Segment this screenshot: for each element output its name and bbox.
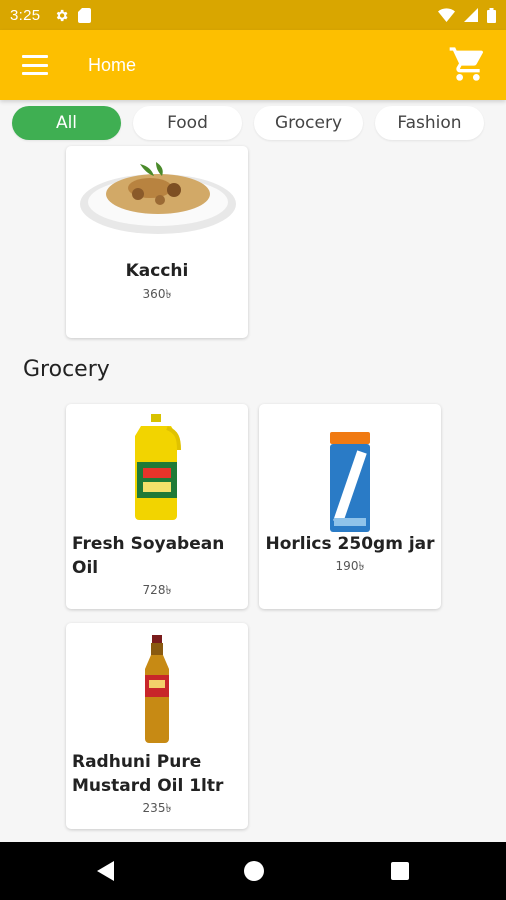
battery-icon: [487, 7, 496, 23]
product-image: [80, 162, 236, 234]
product-name: Kacchi: [125, 261, 189, 281]
filter-chip-fashion[interactable]: Fashion: [375, 106, 484, 140]
recents-icon[interactable]: [391, 862, 409, 880]
signal-icon: [464, 8, 478, 22]
filter-chip-food[interactable]: Food: [133, 106, 242, 140]
product-price: 360৳: [142, 287, 172, 301]
product-name: Horlics 250gm jar: [265, 534, 435, 554]
section-title-grocery: Grocery: [23, 357, 110, 382]
product-image: [145, 635, 169, 743]
sim-card-icon: [78, 7, 92, 23]
gear-icon: [57, 9, 68, 21]
product-price: 728৳: [142, 583, 172, 597]
back-icon[interactable]: [96, 860, 116, 882]
product-image: [135, 414, 181, 520]
system-nav-bar: [0, 842, 506, 900]
cart-icon[interactable]: [448, 44, 488, 84]
product-card-kacchi[interactable]: Kacchi 360৳: [66, 146, 248, 338]
product-card-horlicks[interactable]: Horlics 250gm jar 190৳: [259, 404, 441, 609]
status-bar: 3:25: [0, 0, 506, 30]
filter-chip-all[interactable]: All: [12, 106, 121, 140]
wifi-icon: [438, 8, 455, 22]
status-left-icons: [54, 7, 92, 23]
category-filter-row: All Food Grocery Fashion: [12, 106, 484, 140]
filter-chip-grocery[interactable]: Grocery: [254, 106, 363, 140]
status-time: 3:25: [10, 6, 41, 24]
product-name: Radhuni Pure Mustard Oil 1ltr: [72, 752, 224, 796]
product-card-mustard-oil[interactable]: Radhuni Pure Mustard Oil 1ltr 235৳: [66, 623, 248, 829]
app-title: Home: [88, 54, 137, 75]
product-image: [330, 432, 370, 532]
app-bar: Home: [0, 30, 506, 100]
product-name: Fresh Soyabean Oil: [72, 534, 225, 578]
status-right-icons: [438, 7, 496, 23]
product-card-soyabean-oil[interactable]: Fresh Soyabean Oil 728৳: [66, 404, 248, 609]
menu-icon[interactable]: [22, 55, 48, 75]
home-icon[interactable]: [244, 861, 264, 881]
product-price: 235৳: [142, 801, 172, 815]
product-price: 190৳: [335, 559, 365, 573]
